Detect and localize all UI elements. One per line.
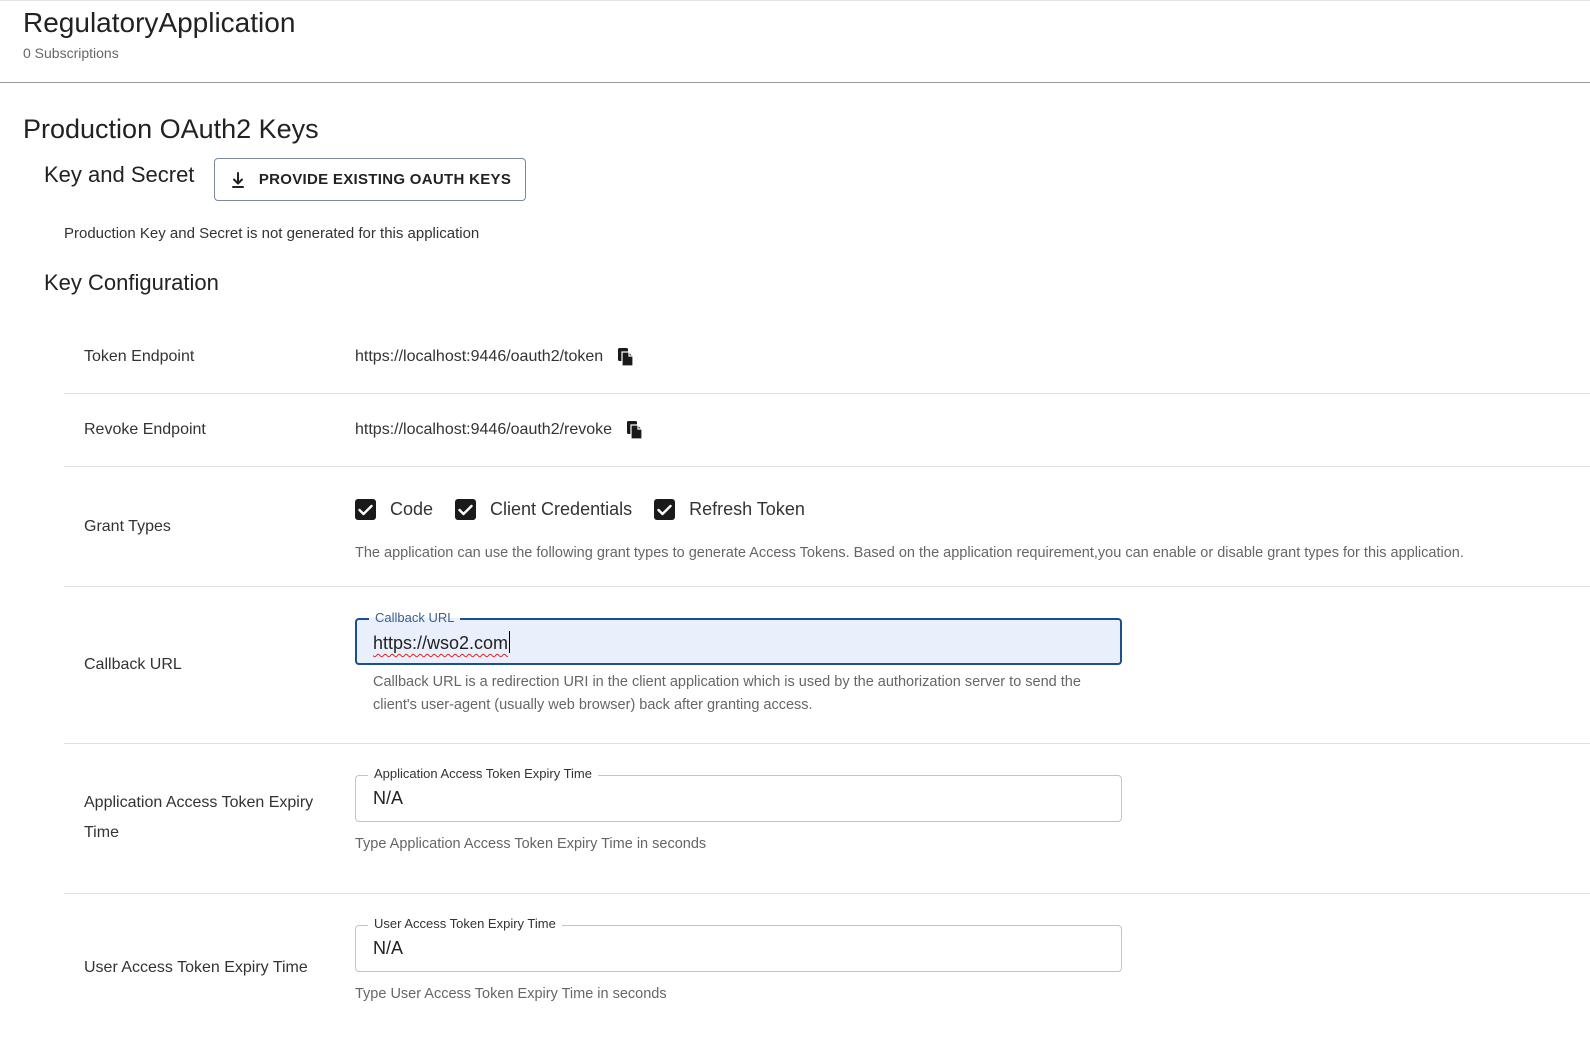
copy-icon[interactable] (617, 347, 635, 367)
app-token-expiry-field-label: Application Access Token Expiry Time (368, 766, 598, 781)
revoke-endpoint: https://localhost:9446/oauth2/revoke (355, 420, 644, 440)
section-title: Production OAuth2 Keys (23, 114, 319, 144)
not-generated-note: Production Key and Secret is not generat… (64, 225, 480, 242)
provide-button-label: PROVIDE EXISTING OAUTH KEYS (258, 171, 512, 188)
token-endpoint-label: Token Endpoint (84, 348, 195, 365)
callback-url-help-line2: client's user-agent (usually web browser… (373, 697, 813, 713)
callback-url-label: Callback URL (84, 656, 182, 673)
grant-client-credentials[interactable]: Client Credentials (455, 499, 632, 520)
revoke-endpoint-value: https://localhost:9446/oauth2/revoke (355, 421, 613, 438)
app-header: RegulatoryApplication 0 Subscriptions (0, 0, 1590, 83)
provide-existing-keys-button[interactable]: PROVIDE EXISTING OAUTH KEYS (214, 158, 526, 201)
app-token-expiry-label: Application Access Token Expiry Time (84, 788, 313, 848)
checkbox-checked-icon[interactable] (355, 499, 376, 520)
token-endpoint: https://localhost:9446/oauth2/token (355, 347, 635, 367)
row-divider (64, 743, 1590, 744)
grant-types-help: The application can use the following gr… (355, 545, 1464, 561)
row-divider (64, 893, 1590, 894)
app-title: RegulatoryApplication (23, 7, 296, 38)
callback-url-help: Callback URL is a redirection URI in the… (373, 671, 1081, 717)
checkbox-checked-icon[interactable] (455, 499, 477, 520)
checkbox-checked-icon[interactable] (654, 499, 676, 520)
grant-client-credentials-label: Client Credentials (490, 499, 633, 519)
app-token-expiry-input[interactable]: Application Access Token Expiry Time N/A (355, 766, 1122, 822)
download-icon (229, 171, 247, 189)
callback-url-value[interactable]: https://wso2.com (373, 631, 511, 654)
row-divider (64, 393, 1590, 394)
row-divider (64, 466, 1590, 467)
key-secret-title: Key and Secret (44, 162, 195, 187)
callback-url-help-line1: Callback URL is a redirection URI in the… (373, 674, 1081, 690)
grant-code[interactable]: Code (355, 499, 433, 520)
app-token-expiry-label-line1: Application Access Token Expiry (84, 794, 314, 811)
grant-refresh-token-label: Refresh Token (689, 499, 805, 519)
user-token-expiry-input[interactable]: User Access Token Expiry Time N/A (355, 916, 1122, 972)
user-token-expiry-label: User Access Token Expiry Time (84, 959, 308, 976)
grant-code-label: Code (390, 499, 434, 519)
grant-types-label: Grant Types (84, 518, 171, 535)
subscription-count: 0 Subscriptions (23, 45, 119, 61)
app-token-expiry-value[interactable]: N/A (373, 788, 403, 809)
grant-refresh-token[interactable]: Refresh Token (654, 499, 805, 520)
row-divider (64, 586, 1590, 587)
text-caret (509, 631, 511, 653)
app-token-expiry-label-line2: Time (84, 824, 119, 841)
app-token-expiry-help: Type Application Access Token Expiry Tim… (355, 836, 707, 852)
callback-url-field-label: Callback URL (369, 610, 461, 625)
callback-url-input[interactable]: Callback URL https://wso2.com (355, 610, 1122, 665)
grant-types-group: Code Client Credentials Refresh Token (355, 499, 805, 520)
revoke-endpoint-label: Revoke Endpoint (84, 421, 206, 438)
user-token-expiry-help: Type User Access Token Expiry Time in se… (355, 986, 667, 1002)
user-token-expiry-value[interactable]: N/A (373, 938, 403, 959)
token-endpoint-value: https://localhost:9446/oauth2/token (355, 348, 604, 365)
copy-icon[interactable] (626, 420, 644, 440)
key-configuration-title: Key Configuration (44, 270, 219, 295)
user-token-expiry-field-label: User Access Token Expiry Time (368, 916, 562, 931)
